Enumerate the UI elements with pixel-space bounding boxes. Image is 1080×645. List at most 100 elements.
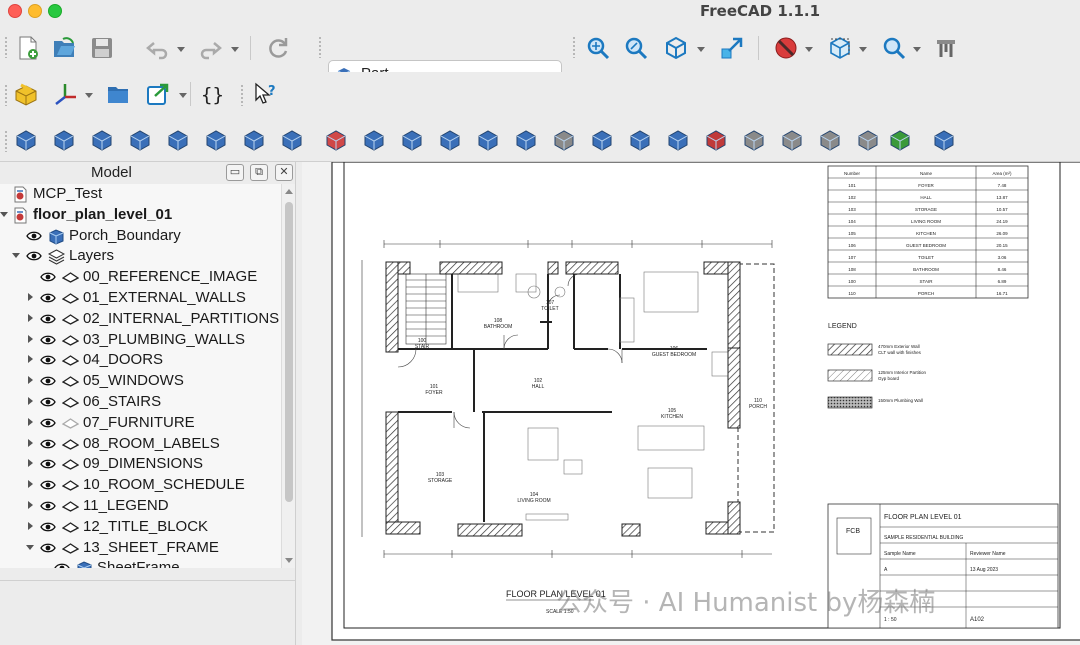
model-tree-scrollbar[interactable]: [281, 184, 295, 568]
visibility-eye-icon[interactable]: [40, 438, 56, 450]
measure-icon[interactable]: [932, 34, 960, 62]
loft-icon[interactable]: [626, 126, 654, 154]
draw-style-icon[interactable]: [772, 34, 800, 62]
redo-dropdown-caret[interactable]: [230, 44, 240, 54]
toolbar-grip[interactable]: [240, 84, 244, 106]
bounding-box-dropdown-caret[interactable]: [858, 44, 868, 54]
tree-item[interactable]: 04_DOORS: [0, 350, 280, 371]
folder-icon[interactable]: [104, 80, 132, 108]
visibility-eye-icon[interactable]: [40, 271, 56, 283]
visibility-eye-icon[interactable]: [40, 542, 56, 554]
expand-right-icon[interactable]: [26, 521, 36, 532]
expand-right-icon[interactable]: [26, 313, 36, 324]
tree-item[interactable]: floor_plan_level_01: [0, 205, 280, 226]
expand-right-icon[interactable]: [26, 355, 36, 365]
view-dropdown-caret[interactable]: [696, 44, 706, 54]
fit-all-icon[interactable]: [584, 34, 612, 62]
expand-right-icon[interactable]: [26, 376, 36, 386]
torus-icon[interactable]: [164, 126, 192, 154]
expand-right-icon[interactable]: [26, 334, 36, 345]
toolbar-grip[interactable]: [4, 84, 8, 106]
tree-item[interactable]: 08_ROOM_LABELS: [0, 434, 280, 455]
whats-this-icon[interactable]: ?: [252, 80, 280, 108]
tree-item[interactable]: SheetFrame: [0, 558, 280, 568]
sphere-icon[interactable]: [88, 126, 116, 154]
expand-right-icon[interactable]: [26, 459, 36, 469]
tree-item[interactable]: 06_STAIRS: [0, 392, 280, 413]
mirror-icon[interactable]: [436, 126, 464, 154]
cylinder-icon[interactable]: [50, 126, 78, 154]
redo-icon[interactable]: [196, 34, 224, 62]
visibility-eye-icon[interactable]: [26, 250, 42, 262]
toolbar-grip[interactable]: [318, 36, 322, 58]
drawing-viewport[interactable]: Number Name Area (m²) 101 FOYER 7.48 102 HALL 13…: [302, 162, 1080, 645]
tree-item[interactable]: 13_SHEET_FRAME: [0, 538, 280, 559]
tree-item[interactable]: 07_FURNITURE: [0, 413, 280, 434]
zoom-selection-icon[interactable]: [622, 34, 650, 62]
panel-minimize-icon[interactable]: ▭: [226, 164, 244, 181]
visibility-eye-icon[interactable]: [26, 230, 42, 242]
color-per-face-icon[interactable]: [886, 126, 914, 154]
tree-item[interactable]: MCP_Test: [0, 184, 280, 205]
visibility-eye-icon[interactable]: [40, 521, 56, 533]
ruled-surface-icon[interactable]: [588, 126, 616, 154]
expand-right-icon[interactable]: [26, 501, 36, 511]
cross-sections-icon[interactable]: [740, 126, 768, 154]
axis-icon[interactable]: [52, 80, 80, 108]
zoom-dropdown-caret[interactable]: [912, 44, 922, 54]
toolbar-grip[interactable]: [4, 36, 8, 58]
view-arrow-icon[interactable]: [718, 34, 746, 62]
open-icon[interactable]: [50, 34, 78, 62]
visibility-eye-icon[interactable]: [40, 292, 56, 304]
visibility-eye-icon[interactable]: [40, 479, 56, 491]
sweep-icon[interactable]: [664, 126, 692, 154]
tree-item[interactable]: 12_TITLE_BLOCK: [0, 517, 280, 538]
chamfer-icon[interactable]: [512, 126, 540, 154]
expand-down-icon[interactable]: [12, 251, 22, 261]
zoom-icon[interactable]: [880, 34, 908, 62]
expand-right-icon[interactable]: [26, 397, 36, 407]
minimize-window-button[interactable]: [28, 4, 42, 18]
revolve-icon[interactable]: [398, 126, 426, 154]
offset-icon[interactable]: [778, 126, 806, 154]
expand-right-icon[interactable]: [26, 417, 36, 428]
toolbar-grip[interactable]: [572, 36, 576, 58]
visibility-eye-icon[interactable]: [54, 562, 70, 568]
tree-item[interactable]: 03_PLUMBING_WALLS: [0, 330, 280, 351]
tree-item[interactable]: Layers: [0, 246, 280, 267]
tree-item[interactable]: Porch_Boundary: [0, 226, 280, 247]
primitives-icon[interactable]: [240, 126, 268, 154]
visibility-eye-icon[interactable]: [40, 500, 56, 512]
refresh-icon[interactable]: [264, 34, 292, 62]
draw-style-dropdown-caret[interactable]: [804, 44, 814, 54]
isometric-view-icon[interactable]: [662, 34, 690, 62]
make-face-icon[interactable]: [550, 126, 578, 154]
tree-item[interactable]: 00_REFERENCE_IMAGE: [0, 267, 280, 288]
panel-close-icon[interactable]: ✕: [275, 164, 293, 181]
scrollbar-thumb[interactable]: [285, 202, 293, 502]
zoom-window-button[interactable]: [48, 4, 62, 18]
macro-braces-icon[interactable]: {}: [198, 80, 226, 108]
panel-float-icon[interactable]: ⧉: [250, 164, 268, 181]
boolean-icon[interactable]: [322, 126, 350, 154]
scroll-up-arrow-icon[interactable]: [285, 189, 293, 194]
cone-icon[interactable]: [126, 126, 154, 154]
expand-right-icon[interactable]: [26, 438, 36, 449]
extrude-icon[interactable]: [360, 126, 388, 154]
expand-down-icon[interactable]: [26, 543, 36, 553]
tree-item[interactable]: 10_ROOM_SCHEDULE: [0, 475, 280, 496]
tube-icon[interactable]: [202, 126, 230, 154]
shape-builder-icon[interactable]: [278, 126, 306, 154]
bounding-box-icon[interactable]: [826, 34, 854, 62]
expand-right-icon[interactable]: [26, 293, 36, 303]
visibility-eye-icon[interactable]: [40, 458, 56, 470]
visibility-eye-icon[interactable]: [40, 396, 56, 408]
link-dropdown-caret[interactable]: [178, 90, 188, 100]
undo-icon[interactable]: [144, 34, 172, 62]
close-window-button[interactable]: [8, 4, 22, 18]
tree-item[interactable]: 02_INTERNAL_PARTITIONS: [0, 309, 280, 330]
cube-icon[interactable]: [12, 126, 40, 154]
attachment-icon[interactable]: [930, 126, 958, 154]
visibility-eye-icon[interactable]: [40, 375, 56, 387]
tree-item[interactable]: 09_DIMENSIONS: [0, 454, 280, 475]
